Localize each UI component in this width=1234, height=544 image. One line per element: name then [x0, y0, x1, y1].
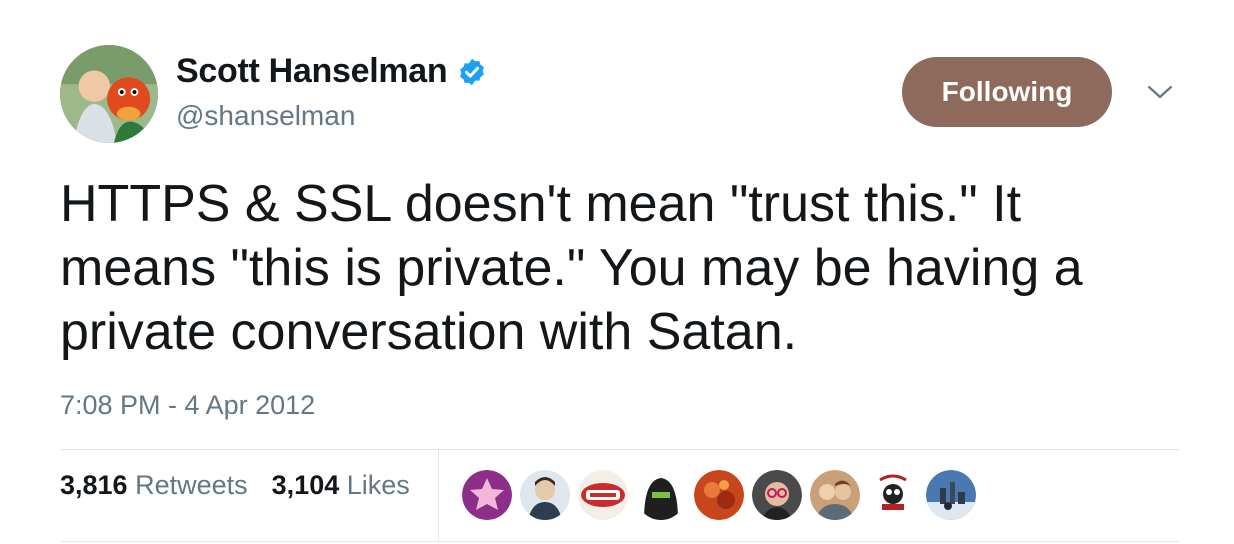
avatar-couple-icon: [810, 470, 860, 520]
tweet-text: HTTPS & SSL doesn't mean "trust this." I…: [60, 175, 1083, 361]
retweets-stat[interactable]: 3,816 Retweets: [60, 470, 248, 501]
liker-avatar-6[interactable]: [752, 470, 802, 520]
liker-avatar-4[interactable]: [636, 470, 686, 520]
liker-avatar-1[interactable]: [462, 470, 512, 520]
likes-label: Likes: [346, 470, 410, 500]
stats-bottom-divider: [60, 541, 1180, 542]
profile-photo-icon: [60, 45, 158, 143]
author-avatar[interactable]: [60, 45, 158, 143]
following-button[interactable]: Following: [902, 57, 1112, 127]
avatar-hooded-figure-icon: [636, 470, 686, 520]
avatar-miller-time-icon: [578, 470, 628, 520]
author-display-name[interactable]: Scott Hanselman: [176, 52, 448, 91]
avatar-red-orange-icon: [694, 470, 744, 520]
retweets-label: Retweets: [135, 470, 248, 500]
avatar-glasses-icon: [752, 470, 802, 520]
likes-stat[interactable]: 3,104 Likes: [272, 470, 410, 501]
tweet-timestamp[interactable]: 7:08 PM - 4 Apr 2012: [60, 390, 315, 421]
tweet-stats: 3,816 Retweets 3,104 Likes: [60, 470, 410, 501]
verified-badge-icon: [457, 57, 487, 87]
stats-top-divider: [60, 449, 1180, 450]
liker-avatar-2[interactable]: [520, 470, 570, 520]
liker-avatar-5[interactable]: [694, 470, 744, 520]
author-name-row: Scott Hanselman: [176, 52, 487, 91]
avatar-purple-star-icon: [462, 470, 512, 520]
avatar-city-skyline-icon: [926, 470, 976, 520]
author-handle[interactable]: @shanselman: [176, 100, 355, 132]
chevron-down-icon[interactable]: [1146, 82, 1174, 102]
liker-avatar-3[interactable]: [578, 470, 628, 520]
liker-avatar-7[interactable]: [810, 470, 860, 520]
likes-count: 3,104: [271, 470, 340, 500]
liker-avatar-9[interactable]: [926, 470, 976, 520]
liker-avatar-8[interactable]: [868, 470, 918, 520]
retweets-count: 3,816: [60, 470, 128, 500]
avatar-man-beard-icon: [520, 470, 570, 520]
liker-avatars: [462, 470, 976, 520]
stats-separator: [438, 450, 439, 542]
avatar-gas-mask-logo-icon: [868, 470, 918, 520]
